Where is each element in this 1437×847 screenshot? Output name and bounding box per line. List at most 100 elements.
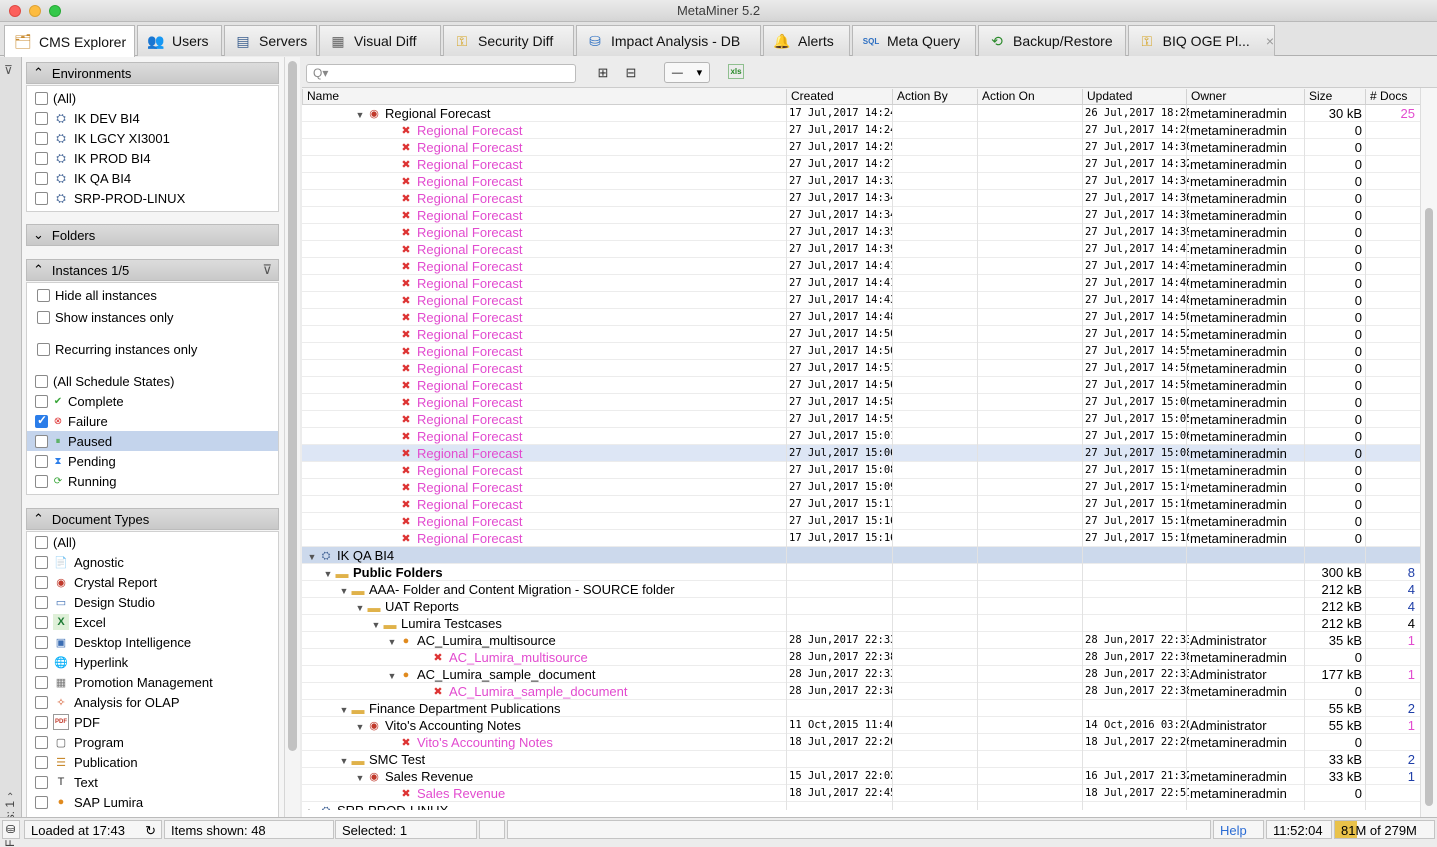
table-row[interactable]: ▼ ⛭ IK QA BI4 bbox=[302, 547, 1420, 564]
table-row[interactable]: ▼ ▬ Lumira Testcases 212 kB 4 bbox=[302, 615, 1420, 632]
collapse-all-button[interactable]: ⊟ bbox=[622, 64, 640, 82]
table-row[interactable]: ▼ ▬ SMC Test 33 kB 2 bbox=[302, 751, 1420, 768]
environment-item[interactable]: ⛭ IK DEV BI4 bbox=[35, 108, 140, 128]
checkbox[interactable] bbox=[35, 775, 48, 789]
refresh-icon[interactable]: ↻ bbox=[145, 821, 156, 840]
checkbox[interactable] bbox=[37, 342, 50, 356]
expand-toggle-icon[interactable]: ▼ bbox=[354, 719, 366, 734]
checkbox[interactable] bbox=[35, 131, 48, 145]
checkbox[interactable] bbox=[35, 595, 48, 609]
table-row[interactable]: ✖ Regional Forecast 27 Jul,2017 14:48 27 Ju… bbox=[302, 309, 1420, 326]
table-row[interactable]: ✖ Regional Forecast 27 Jul,2017 14:50 27 Ju… bbox=[302, 343, 1420, 360]
table-row[interactable]: ✖ Vito's Accounting Notes 18 Jul,2017 22:2… bbox=[302, 734, 1420, 751]
document-type-item[interactable]: PDF PDF bbox=[35, 712, 100, 732]
expand-toggle-icon[interactable]: ▼ bbox=[370, 617, 382, 632]
document-type-item[interactable]: ● SAP Lumira bbox=[35, 792, 143, 812]
instance-option[interactable]: Show instances only bbox=[37, 307, 174, 327]
table-row[interactable]: ✖ Regional Forecast 27 Jul,2017 15:11 27 Ju… bbox=[302, 496, 1420, 513]
document-types-header[interactable]: ⌃ Document Types bbox=[26, 508, 279, 530]
tab-backup-restore[interactable]: ⟲ Backup/Restore bbox=[978, 25, 1126, 56]
scroll-thumb[interactable] bbox=[1425, 208, 1433, 806]
table-row[interactable]: ✖ Sales Revenue 18 Jul,2017 22:45 18 Jul,20… bbox=[302, 785, 1420, 802]
schedule-state-item[interactable]: ⟳ Running bbox=[35, 471, 116, 491]
table-scrollbar[interactable] bbox=[1420, 88, 1437, 817]
table-row[interactable]: ✖ Regional Forecast 27 Jul,2017 14:50 27 Ju… bbox=[302, 326, 1420, 343]
schedule-state-item[interactable]: ✔ Complete bbox=[35, 391, 124, 411]
table-row[interactable]: ▼ ◉ Sales Revenue 15 Jul,2017 22:02 16 Jul,2… bbox=[302, 768, 1420, 785]
column-size[interactable]: Size bbox=[1304, 89, 1365, 104]
checkbox[interactable] bbox=[35, 434, 48, 448]
expand-toggle-icon[interactable]: ▼ bbox=[354, 600, 366, 615]
tab-servers[interactable]: ▤ Servers bbox=[224, 25, 317, 56]
schedule-state-item[interactable]: ⊗ Failure bbox=[35, 411, 108, 431]
export-excel-icon[interactable]: xls bbox=[728, 64, 744, 79]
checkbox[interactable] bbox=[35, 454, 48, 468]
chevron-up-icon[interactable]: ⌃ bbox=[6, 792, 14, 803]
checkbox[interactable] bbox=[35, 413, 48, 428]
folders-header[interactable]: ⌄ Folders bbox=[26, 224, 279, 246]
table-row[interactable]: ✖ AC_Lumira_sample_document 28 Jun,2017 22… bbox=[302, 683, 1420, 700]
checkbox[interactable] bbox=[35, 474, 48, 488]
checkbox[interactable] bbox=[35, 675, 48, 689]
document-type-item[interactable]: 🌐 Hyperlink bbox=[35, 652, 128, 672]
table-row[interactable]: ✖ Regional Forecast 27 Jul,2017 14:32 27 Ju… bbox=[302, 173, 1420, 190]
checkbox[interactable] bbox=[35, 91, 48, 105]
checkbox[interactable] bbox=[35, 191, 48, 205]
document-type-item[interactable]: X Excel bbox=[35, 612, 106, 632]
tab-cms-explorer[interactable]: 🗂 CMS Explorer bbox=[4, 25, 135, 57]
column-owner[interactable]: Owner bbox=[1186, 89, 1304, 104]
table-row[interactable]: ✖ AC_Lumira_multisource 28 Jun,2017 22:38 2… bbox=[302, 649, 1420, 666]
document-type-item[interactable]: ▣ Desktop Intelligence bbox=[35, 632, 191, 652]
environment-item[interactable]: ⛭ IK PROD BI4 bbox=[35, 148, 151, 168]
table-row[interactable]: ✖ Regional Forecast 27 Jul,2017 14:34 27 Ju… bbox=[302, 190, 1420, 207]
tab-biq-oge-pl[interactable]: ⚿ BIQ OGE Pl... × bbox=[1128, 25, 1275, 56]
expand-toggle-icon[interactable]: ▼ bbox=[306, 549, 318, 564]
schedule-state-item[interactable]: ⧗ Pending bbox=[35, 451, 116, 471]
environment-item[interactable]: ⛭ IK LGCY XI3001 bbox=[35, 128, 170, 148]
table-row[interactable]: ▼ ● AC_Lumira_sample_document 28 Jun,2017 2… bbox=[302, 666, 1420, 683]
expand-toggle-icon[interactable]: ▼ bbox=[354, 770, 366, 785]
document-type-item[interactable]: ✧ Analysis for OLAP bbox=[35, 692, 180, 712]
checkbox[interactable] bbox=[35, 151, 48, 165]
document-type-item[interactable]: 📄 Agnostic bbox=[35, 552, 124, 572]
table-row[interactable]: ✖ Regional Forecast 27 Jul,2017 14:51 27 Ju… bbox=[302, 360, 1420, 377]
expand-toggle-icon[interactable]: ▼ bbox=[322, 566, 334, 581]
expand-all-button[interactable]: ⊞ bbox=[594, 64, 612, 82]
zoom-window-button[interactable] bbox=[49, 5, 61, 17]
table-row[interactable]: ▼ ▬ UAT Reports 212 kB 4 bbox=[302, 598, 1420, 615]
tab-security-diff[interactable]: ⚿ Security Diff bbox=[443, 25, 574, 56]
table-row[interactable]: ✖ Regional Forecast 27 Jul,2017 14:41 27 Ju… bbox=[302, 258, 1420, 275]
filters-strip[interactable]: ⊽ Filters: 1 ⌃ bbox=[0, 57, 22, 847]
checkbox[interactable] bbox=[35, 735, 48, 749]
document-type-item[interactable]: ◉ Crystal Report bbox=[35, 572, 157, 592]
checkbox[interactable] bbox=[35, 715, 48, 729]
table-row[interactable]: ▼ ▬ Public Folders 300 kB 8 bbox=[302, 564, 1420, 581]
table-row[interactable]: ✖ Regional Forecast 27 Jul,2017 14:59 27 Ju… bbox=[302, 411, 1420, 428]
checkbox[interactable] bbox=[37, 310, 50, 324]
checkbox[interactable] bbox=[35, 635, 48, 649]
column-action-on[interactable]: Action On bbox=[977, 89, 1082, 104]
column-created[interactable]: Created bbox=[786, 89, 892, 104]
tab-alerts[interactable]: 🔔 Alerts bbox=[763, 25, 850, 56]
checkbox[interactable] bbox=[35, 575, 48, 589]
checkbox[interactable] bbox=[35, 374, 48, 388]
table-row[interactable]: ✖ Regional Forecast 27 Jul,2017 14:43 27 Ju… bbox=[302, 292, 1420, 309]
table-row[interactable]: ✖ Regional Forecast 27 Jul,2017 14:24 27 Ju… bbox=[302, 122, 1420, 139]
document-type-item[interactable]: ▭ Design Studio bbox=[35, 592, 155, 612]
table-row[interactable]: ✖ Regional Forecast 27 Jul,2017 14:25 27 Ju… bbox=[302, 139, 1420, 156]
table-row[interactable]: ✖ Regional Forecast 27 Jul,2017 15:08 27 Ju… bbox=[302, 462, 1420, 479]
column-updated[interactable]: Updated bbox=[1082, 89, 1186, 104]
table-row[interactable]: ✖ Regional Forecast 27 Jul,2017 14:41 27 Ju… bbox=[302, 275, 1420, 292]
search-input[interactable]: Q▾ bbox=[306, 64, 576, 83]
tab-impact-analysis-db[interactable]: ⛁ Impact Analysis - DB bbox=[576, 25, 761, 56]
checkbox[interactable] bbox=[35, 394, 48, 408]
instance-option[interactable]: Recurring instances only bbox=[37, 339, 197, 359]
memory-status[interactable]: 81M of 279M bbox=[1334, 820, 1435, 839]
filters-scrollbar[interactable] bbox=[284, 57, 300, 817]
expand-toggle-icon[interactable]: ▼ bbox=[354, 107, 366, 122]
checkbox[interactable] bbox=[35, 655, 48, 669]
filter-icon[interactable]: ⊽ bbox=[4, 63, 13, 77]
table-row[interactable]: ✖ Regional Forecast 27 Jul,2017 15:06 27 Ju… bbox=[302, 445, 1420, 462]
document-type-item[interactable]: ☰ Publication bbox=[35, 752, 138, 772]
expand-toggle-icon[interactable]: ▼ bbox=[386, 634, 398, 649]
